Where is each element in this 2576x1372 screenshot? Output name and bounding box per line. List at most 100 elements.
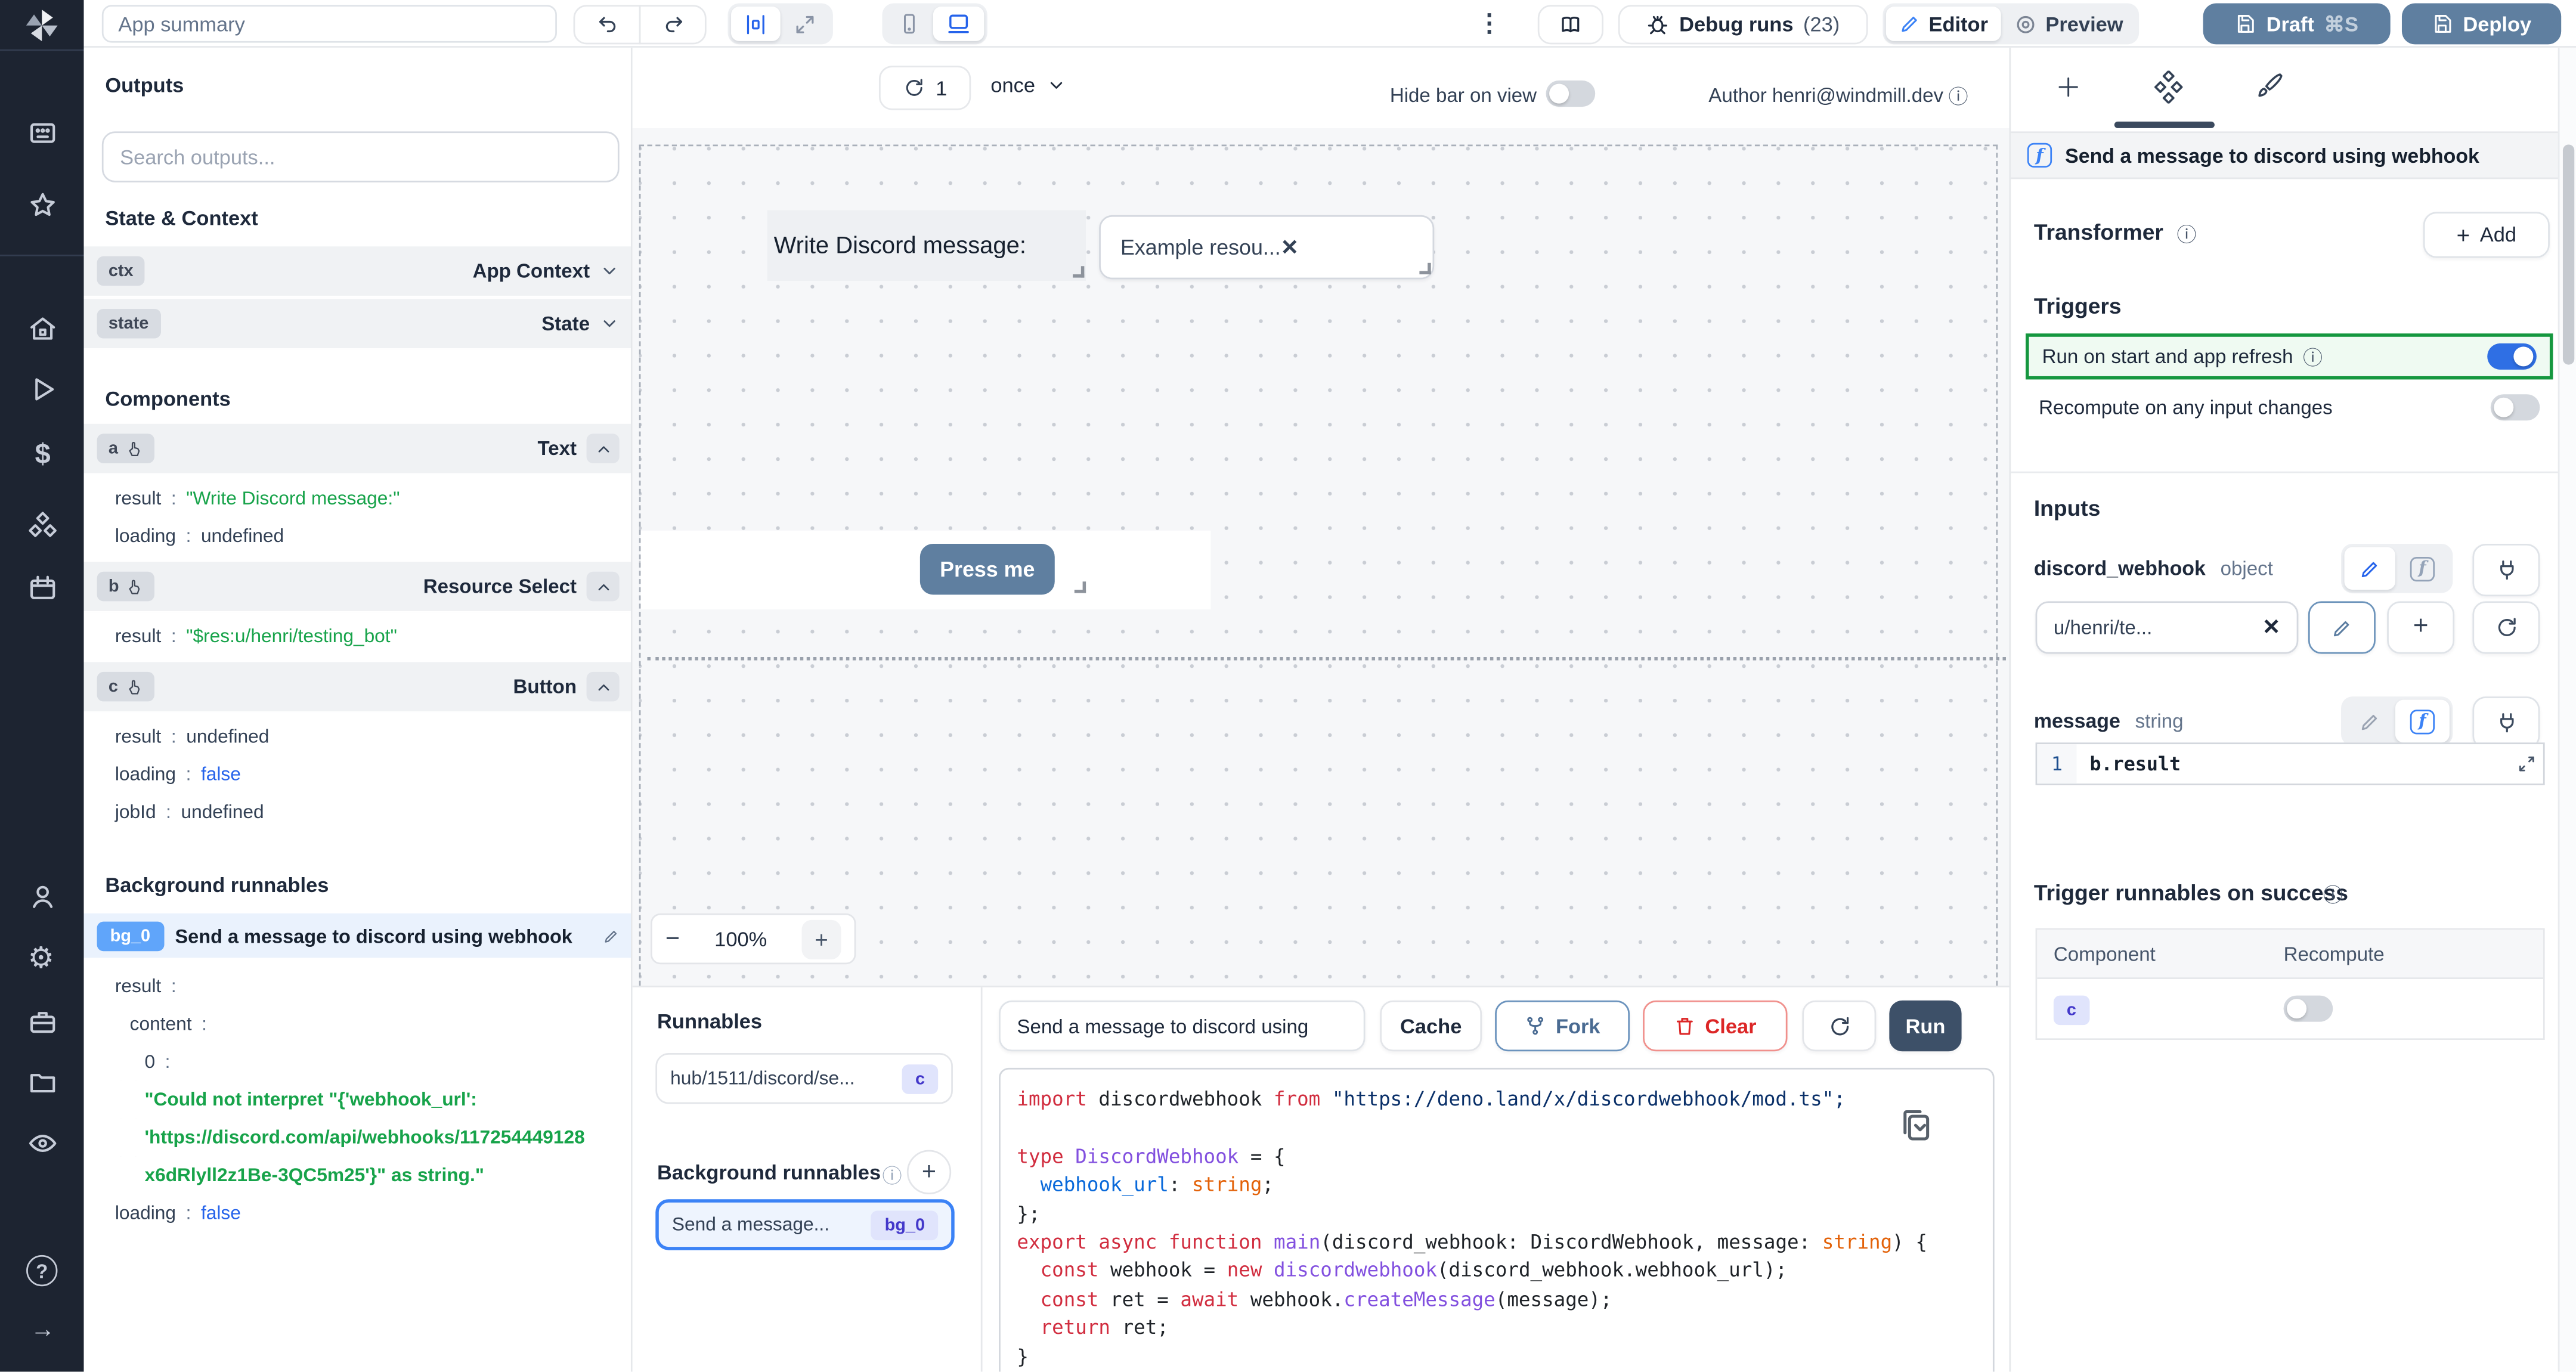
bg0-error-line[interactable]: 'https://discord.com/api/webhooks/117254… <box>144 1128 584 1147</box>
app-summary-input[interactable] <box>101 5 557 43</box>
workspace-briefcase-icon[interactable] <box>28 1007 58 1037</box>
redo-button[interactable] <box>639 5 707 45</box>
add-transformer-button[interactable]: + Add <box>2423 212 2550 258</box>
collapse-b-button[interactable] <box>586 571 620 602</box>
eval-mode-button[interactable]: f <box>2395 547 2450 590</box>
more-menu-button[interactable]: ⋮ <box>1477 8 1501 38</box>
star-icon[interactable] <box>28 191 58 221</box>
static-mode-button[interactable] <box>2345 700 2395 743</box>
fork-button[interactable]: Fork <box>1495 1000 1630 1052</box>
expand-layout-button[interactable] <box>781 7 830 41</box>
recompute-toggle[interactable] <box>2490 394 2540 421</box>
kv-value[interactable]: undefined <box>186 727 269 747</box>
copy-icon[interactable] <box>1897 1105 1934 1145</box>
component-settings-tab-icon[interactable] <box>2152 70 2185 104</box>
runnable-name-input[interactable] <box>999 1000 1366 1052</box>
code-line[interactable]: export async function main(discord_webho… <box>1017 1229 1956 1258</box>
windmill-logo-icon[interactable] <box>23 7 61 44</box>
transformer-info-icon[interactable]: ⓘ <box>2177 220 2197 248</box>
collapse-c-button[interactable] <box>586 671 620 702</box>
search-outputs-input[interactable] <box>101 131 620 182</box>
refresh-mode-select[interactable]: once <box>990 74 1066 97</box>
bg-runnables-info-icon[interactable]: ⓘ <box>882 1162 902 1190</box>
refresh-count-box[interactable]: 1 <box>878 66 971 110</box>
resize-handle[interactable] <box>1419 262 1431 275</box>
home-icon[interactable] <box>28 314 58 343</box>
component-c-chip[interactable]: c <box>2053 995 2090 1026</box>
hide-bar-toggle[interactable] <box>1546 80 1596 107</box>
bg0-row[interactable]: bg_0 Send a message to discord using web… <box>83 913 631 958</box>
scrollbar-thumb[interactable] <box>2562 144 2575 365</box>
kv-value[interactable]: "Write Discord message:" <box>186 489 400 509</box>
code-line[interactable]: const ret = await webhook.createMessage(… <box>1017 1286 1956 1315</box>
component-a-row[interactable]: a Text <box>83 423 631 475</box>
add-background-runnable-button[interactable]: + <box>906 1150 952 1194</box>
help-icon[interactable]: ? <box>26 1255 58 1287</box>
tab-editor[interactable]: Editor <box>1885 7 2002 41</box>
code-line[interactable]: } <box>1017 1343 1956 1372</box>
user-icon[interactable] <box>28 882 58 912</box>
text-component[interactable]: Write Discord message: <box>767 210 1086 281</box>
connect-plug-button[interactable] <box>2472 543 2540 597</box>
kv-value[interactable]: false <box>201 1203 241 1223</box>
docs-button[interactable] <box>1537 5 1603 45</box>
message-expression-editor[interactable]: 1 b.result <box>2035 742 2545 785</box>
clear-value-icon[interactable]: ✕ <box>2262 614 2280 640</box>
collapse-arrow-icon[interactable]: → <box>28 1316 58 1346</box>
deploy-button[interactable]: Deploy <box>2401 3 2562 45</box>
styling-brush-tab-icon[interactable] <box>2254 70 2285 101</box>
folders-icon[interactable] <box>28 1068 58 1098</box>
kv-value[interactable]: undefined <box>201 526 284 546</box>
ctx-row[interactable]: ctx App Context <box>83 246 631 298</box>
resize-handle[interactable] <box>1073 266 1085 278</box>
expand-editor-icon[interactable] <box>2517 754 2537 774</box>
edit-resource-button[interactable] <box>2308 601 2376 654</box>
runs-play-icon[interactable] <box>28 374 58 404</box>
runnable-item[interactable]: hub/1511/discord/se... c <box>655 1053 953 1104</box>
component-b-row[interactable]: b Resource Select <box>83 562 631 613</box>
chevron-down-icon[interactable] <box>600 261 620 281</box>
press-me-button[interactable]: Press me <box>919 543 1055 595</box>
zoom-out-button[interactable]: − <box>665 925 680 953</box>
bg0-error-line[interactable]: x6dRlyll2z1Be-3QC5m25'}" as string." <box>144 1166 484 1185</box>
center-layout-button[interactable] <box>731 7 781 41</box>
code-line[interactable]: type DiscordWebhook = { <box>1017 1143 1956 1172</box>
resize-handle[interactable] <box>1074 581 1086 593</box>
undo-button[interactable] <box>573 5 641 45</box>
run-on-start-info-icon[interactable]: ⓘ <box>2303 342 2323 370</box>
desktop-view-button[interactable] <box>933 7 984 41</box>
code-line[interactable] <box>1017 1114 1956 1143</box>
settings-gear-icon[interactable]: ⚙ <box>26 943 56 973</box>
static-mode-button[interactable] <box>2344 547 2395 590</box>
code-line[interactable]: return ret; <box>1017 1315 1956 1343</box>
chevron-down-icon[interactable] <box>600 314 620 333</box>
edit-pencil-icon[interactable] <box>603 927 620 944</box>
code-content[interactable]: import discordwebhook from "https://deno… <box>1017 1086 1956 1371</box>
right-scrollbar[interactable] <box>2558 47 2576 1372</box>
collapse-a-button[interactable] <box>586 433 620 463</box>
cache-button[interactable]: Cache <box>1380 1000 1482 1052</box>
code-line[interactable]: webhook_url: string; <box>1017 1172 1956 1200</box>
kv-value[interactable]: false <box>201 764 241 784</box>
kv-value[interactable]: "$res:u/henri/testing_bot" <box>186 627 397 646</box>
component-c-row[interactable]: c Button <box>83 662 631 713</box>
code-editor[interactable]: import discordwebhook from "https://deno… <box>999 1067 1995 1372</box>
kv-value[interactable]: undefined <box>181 803 264 822</box>
trigger-success-info-icon[interactable]: ⓘ <box>2323 881 2343 909</box>
mobile-view-button[interactable] <box>886 7 933 41</box>
add-resource-button[interactable]: + <box>2387 601 2455 654</box>
run-button[interactable]: Run <box>1889 1000 1962 1052</box>
clear-select-icon[interactable]: ✕ <box>1281 234 1299 261</box>
connect-plug-button[interactable] <box>2472 696 2540 750</box>
zoom-in-button[interactable]: + <box>801 919 841 959</box>
bg0-error-line[interactable]: "Could not interpret "{'webhook_url': <box>144 1090 476 1110</box>
app-canvas[interactable]: Write Discord message: Example resou... … <box>632 128 2010 986</box>
resource-select-component[interactable]: Example resou... ✕ <box>1099 215 1435 280</box>
variables-dollar-icon[interactable]: $ <box>28 439 58 470</box>
insert-component-tab-plus-icon[interactable] <box>2055 74 2082 100</box>
author-info-icon[interactable]: ⓘ <box>1949 82 1968 110</box>
code-line[interactable]: }; <box>1017 1200 1956 1229</box>
debug-runs-button[interactable]: Debug runs (23) <box>1618 5 1868 45</box>
refresh-resource-button[interactable] <box>2472 601 2540 654</box>
app-grid-icon[interactable] <box>28 118 58 148</box>
